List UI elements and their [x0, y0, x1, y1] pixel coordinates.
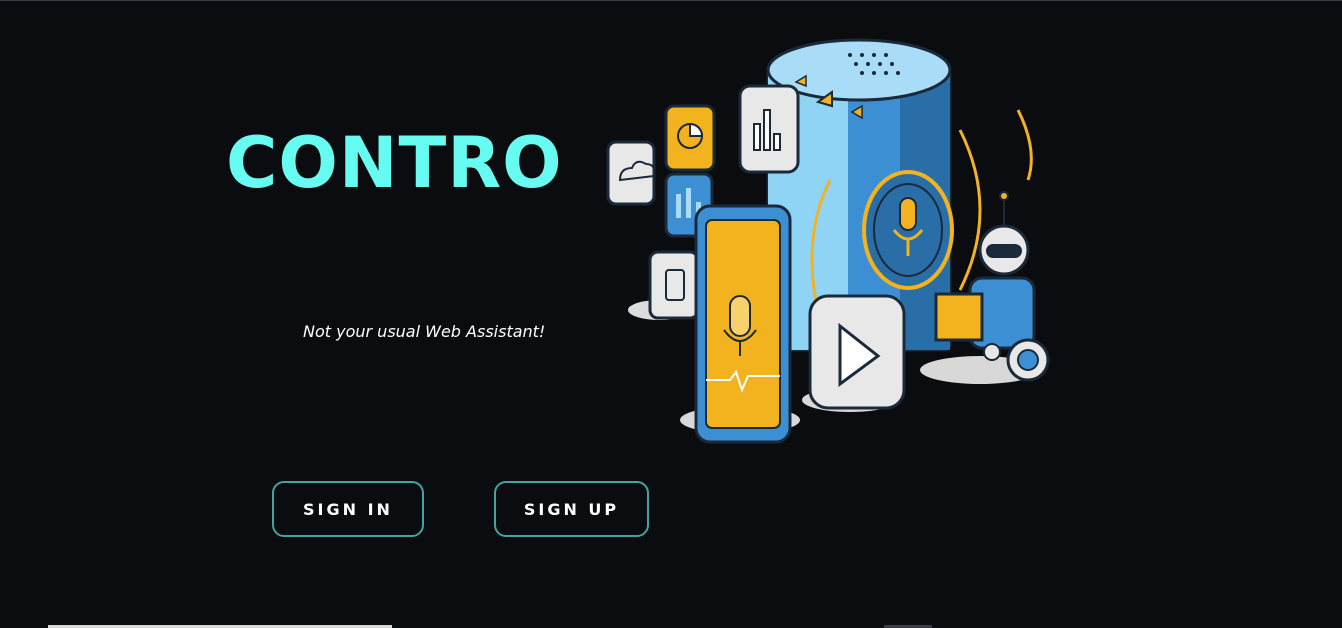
pie-chart-icon	[664, 104, 716, 172]
sign-up-button[interactable]: SIGN UP	[494, 481, 649, 537]
bar-chart-icon	[738, 84, 800, 174]
sign-in-button[interactable]: SIGN IN	[272, 481, 424, 537]
top-border	[0, 0, 1342, 1]
smartphone-icon	[694, 204, 792, 444]
cloud-icon	[606, 140, 656, 206]
tablet-icon	[648, 250, 700, 320]
tagline: Not your usual Web Assistant!	[303, 322, 546, 341]
voice-assistant-illustration	[606, 38, 1050, 444]
brand-title: CONTRO	[226, 122, 563, 204]
play-icon	[808, 294, 906, 410]
